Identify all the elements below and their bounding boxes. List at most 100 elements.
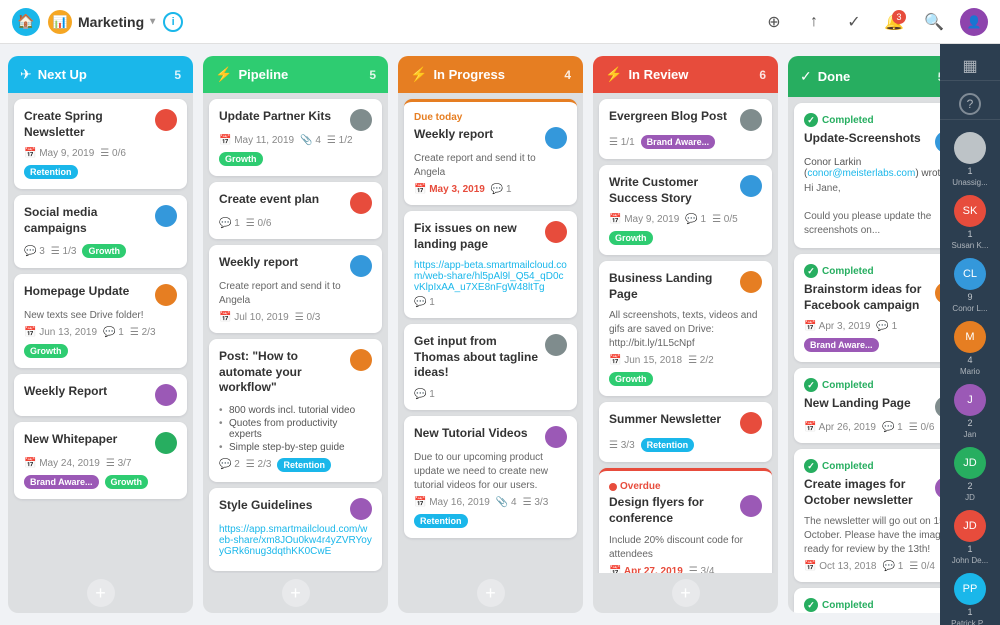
card-title: Weekly report — [219, 255, 298, 271]
avatar — [155, 384, 177, 406]
avatar — [350, 498, 372, 520]
home-button[interactable]: 🏠 — [12, 8, 40, 36]
card-title: Get input from Thomas about tagline idea… — [414, 334, 541, 381]
list-item[interactable]: Fix issues on new landing page https://a… — [404, 211, 577, 318]
member-count: 1 — [967, 607, 972, 617]
comment-count: 💬 1 — [414, 389, 435, 400]
list-item[interactable]: Due today Weekly report Create report an… — [404, 99, 577, 205]
sidebar-member-johnd[interactable]: JD 1 John De... — [952, 510, 988, 565]
sidebar-member-jd[interactable]: JD 2 JD — [954, 447, 986, 502]
nextup-title: Next Up — [38, 67, 169, 82]
tag-retention: Retention — [277, 458, 331, 472]
user-avatar[interactable]: 👤 — [960, 8, 988, 36]
add-card-button[interactable]: + — [87, 579, 115, 607]
card-checklist: 800 words incl. tutorial video Quotes fr… — [219, 404, 372, 454]
card-title: Weekly Report — [24, 384, 107, 400]
card-date: 📅 Oct 13, 2018 — [804, 561, 877, 572]
attach-count: 📎 4 — [300, 135, 321, 146]
list-item[interactable]: Weekly report Create report and send it … — [209, 245, 382, 333]
list-item[interactable]: Write Customer Success Story 📅 May 9, 20… — [599, 165, 772, 255]
card-title: Fix issues on new landing page — [414, 221, 541, 252]
comment-count: 💬 1 — [876, 321, 897, 332]
sidebar-help-section: ? — [940, 89, 1000, 120]
list-item[interactable]: ✓ Completed Create images for October ne… — [794, 449, 940, 582]
list-item[interactable]: Style Guidelines https://app.smartmailcl… — [209, 488, 382, 571]
list-item[interactable]: Get input from Thomas about tagline idea… — [404, 324, 577, 410]
check-icon: ✓ — [804, 264, 818, 278]
pipeline-footer: + — [203, 573, 388, 613]
inprogress-body: Due today Weekly report Create report an… — [398, 93, 583, 573]
list-item[interactable]: Create event plan 💬 1 ☰ 0/6 — [209, 182, 382, 239]
help-icon[interactable]: ? — [959, 93, 981, 115]
list-item[interactable]: New Tutorial Videos Due to our upcoming … — [404, 416, 577, 538]
task-count: ☰ 0/6 — [246, 218, 272, 229]
project-selector[interactable]: 📊 Marketing ▾ — [48, 10, 155, 34]
card-meta: 📅 Apr 3, 2019 💬 1 Brand Aware... — [804, 321, 940, 352]
check-icon: ✓ — [804, 378, 818, 392]
card-meta: 📅 May 11, 2019 📎 4 ☰ 1/2 Growth — [219, 135, 372, 166]
member-count: 1 — [967, 544, 972, 554]
list-item-text: 800 words incl. tutorial video — [219, 404, 372, 417]
task-count: ☰ 2/3 — [130, 327, 156, 338]
done-icon: ✓ — [800, 68, 812, 85]
card-desc: All screenshots, texts, videos and gifs … — [609, 309, 762, 351]
project-icon: 📊 — [48, 10, 72, 34]
check-button[interactable]: ✓ — [840, 8, 868, 36]
list-item[interactable]: Update Partner Kits 📅 May 11, 2019 📎 4 ☰… — [209, 99, 382, 176]
sidebar-member-unassigned[interactable]: 1 Unassig... — [952, 132, 988, 187]
grid-icon[interactable]: ▦ — [962, 56, 977, 76]
list-item[interactable]: Homepage Update New texts see Drive fold… — [14, 274, 187, 368]
list-item[interactable]: Weekly Report — [14, 374, 187, 416]
card-meta: 📅 Jun 13, 2019 💬 1 ☰ 2/3 Growth — [24, 327, 177, 358]
list-item[interactable]: ✓ Completed Update-Screenshots Conor Lar… — [794, 103, 940, 248]
sidebar-member-jan[interactable]: J 2 Jan — [954, 384, 986, 439]
card-date: 📅 Jun 15, 2018 — [609, 355, 682, 366]
list-item[interactable]: Evergreen Blog Post ☰ 1/1 Brand Aware... — [599, 99, 772, 159]
sidebar-member-patrick[interactable]: PP 1 Patrick P... — [951, 573, 989, 625]
search-button[interactable]: 🔍 — [920, 8, 948, 36]
list-item[interactable]: Business Landing Page All screenshots, t… — [599, 261, 772, 396]
notifications-button[interactable]: 🔔 3 — [880, 8, 908, 36]
sidebar-member-susank[interactable]: SK 1 Susan K... — [952, 195, 989, 250]
list-item[interactable]: ✓ Completed New Affiliate Program — [794, 588, 940, 613]
list-item[interactable]: New Whitepaper 📅 May 24, 2019 ☰ 3/7 Bran… — [14, 422, 187, 499]
add-button[interactable]: ⊕ — [760, 8, 788, 36]
pipeline-icon: ⚡ — [215, 66, 232, 83]
list-item[interactable]: Post: "How to automate your workflow" 80… — [209, 339, 382, 482]
card-title: Homepage Update — [24, 284, 129, 300]
list-item[interactable]: ✓ Completed New Landing Page 📅 Apr 26, 2… — [794, 368, 940, 443]
card-title: Social media campaigns — [24, 205, 151, 236]
info-button[interactable]: i — [163, 12, 183, 32]
list-item[interactable]: Social media campaigns 💬 3 ☰ 1/3 Growth — [14, 195, 187, 268]
add-card-button[interactable]: + — [477, 579, 505, 607]
email-from: Conor Larkin (conor@meisterlabs.com) wro… — [804, 157, 940, 179]
task-count: ☰ 0/6 — [909, 422, 935, 433]
card-title: Evergreen Blog Post — [609, 109, 727, 125]
avatar — [740, 109, 762, 131]
card-meta: 📅 May 9, 2019 ☰ 0/6 Retention — [24, 148, 177, 179]
list-item-text: Simple step-by-step guide — [219, 441, 372, 454]
comment-count: 💬 1 — [414, 297, 435, 308]
inprogress-icon: ⚡ — [410, 66, 427, 83]
upload-button[interactable]: ↑ — [800, 8, 828, 36]
card-title: Style Guidelines — [219, 498, 312, 514]
card-title: Business Landing Page — [609, 271, 736, 302]
add-card-button[interactable]: + — [282, 579, 310, 607]
check-icon: ✓ — [804, 113, 818, 127]
card-title: Write Customer Success Story — [609, 175, 736, 206]
comment-count: 💬 2 — [219, 459, 240, 470]
card-meta: 📅 Jun 15, 2018 ☰ 2/2 Growth — [609, 355, 762, 386]
top-navigation: 🏠 📊 Marketing ▾ i ⊕ ↑ ✓ 🔔 3 🔍 👤 — [0, 0, 1000, 44]
card-desc: New texts see Drive folder! — [24, 309, 177, 323]
list-item[interactable]: Summer Newsletter ☰ 3/3 Retention — [599, 402, 772, 462]
avatar — [155, 109, 177, 131]
list-item[interactable]: ✓ Completed Brainstorm ideas for Faceboo… — [794, 254, 940, 362]
list-item[interactable]: Overdue Design flyers for conference Inc… — [599, 468, 772, 573]
list-item[interactable]: Create Spring Newsletter 📅 May 9, 2019 ☰… — [14, 99, 187, 189]
inprogress-title: In Progress — [433, 67, 558, 82]
sidebar-member-conor[interactable]: CL 9 Conor L... — [952, 258, 987, 313]
sidebar-member-mario[interactable]: M 4 Mario — [954, 321, 986, 376]
add-card-button[interactable]: + — [672, 579, 700, 607]
card-title: Design flyers for conference — [609, 495, 736, 526]
tag-growth: Growth — [82, 244, 126, 258]
